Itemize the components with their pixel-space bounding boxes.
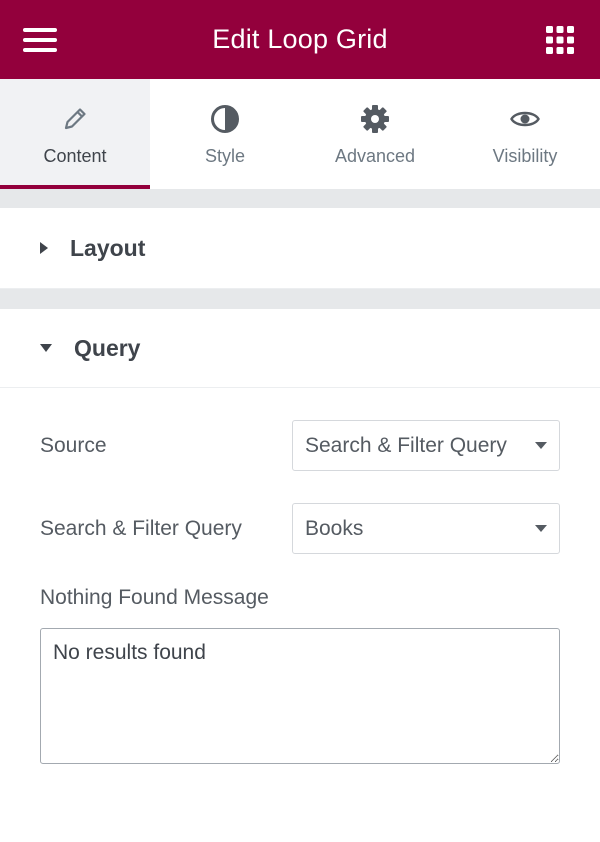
hamburger-icon[interactable] (20, 20, 60, 60)
source-label: Source (40, 433, 107, 457)
query-section-toggle[interactable]: Query (0, 309, 600, 388)
tab-advanced-label: Advanced (334, 145, 416, 166)
chevron-down-icon (535, 442, 547, 449)
nothing-found-textarea[interactable]: No results found (40, 628, 560, 764)
tab-advanced[interactable]: Advanced (300, 79, 450, 189)
panel-title: Edit Loop Grid (212, 24, 388, 54)
chevron-down-icon (535, 525, 547, 532)
section-spacer (0, 289, 600, 309)
tab-style-label: Style (204, 145, 246, 166)
tab-style[interactable]: Style (150, 79, 300, 189)
nothing-found-label: Nothing Found Message (40, 586, 269, 609)
layout-section-title: Layout (70, 234, 146, 261)
layout-section: Layout (0, 208, 600, 289)
source-control: Source Search & Filter Query (40, 420, 560, 471)
caret-right-icon (40, 242, 48, 254)
caret-down-icon (40, 344, 52, 352)
grid-icon[interactable] (540, 20, 580, 60)
sf-query-control: Search & Filter Query Books (40, 503, 560, 554)
gear-icon (360, 102, 390, 136)
query-controls: Source Search & Filter Query Search & Fi… (0, 388, 600, 842)
contrast-icon (210, 102, 240, 136)
panel-tabs: Content Style Advanced Visibility (0, 79, 600, 190)
query-section-title: Query (74, 334, 141, 361)
sf-query-select-value: Books (305, 516, 364, 540)
tab-visibility-label: Visibility (492, 145, 558, 166)
source-select[interactable]: Search & Filter Query (292, 420, 560, 471)
layout-section-toggle[interactable]: Layout (0, 208, 600, 289)
query-section: Query Source Search & Filter Query Searc… (0, 309, 600, 842)
tab-content-label: Content (43, 145, 107, 166)
sf-query-select[interactable]: Books (292, 503, 560, 554)
tab-visibility[interactable]: Visibility (450, 79, 600, 189)
pencil-icon (62, 102, 88, 136)
section-spacer (0, 190, 600, 208)
panel-header: Edit Loop Grid (0, 0, 600, 79)
sf-query-label: Search & Filter Query (40, 516, 242, 540)
eye-icon (510, 102, 540, 136)
source-select-value: Search & Filter Query (305, 433, 507, 457)
tab-content[interactable]: Content (0, 79, 150, 189)
